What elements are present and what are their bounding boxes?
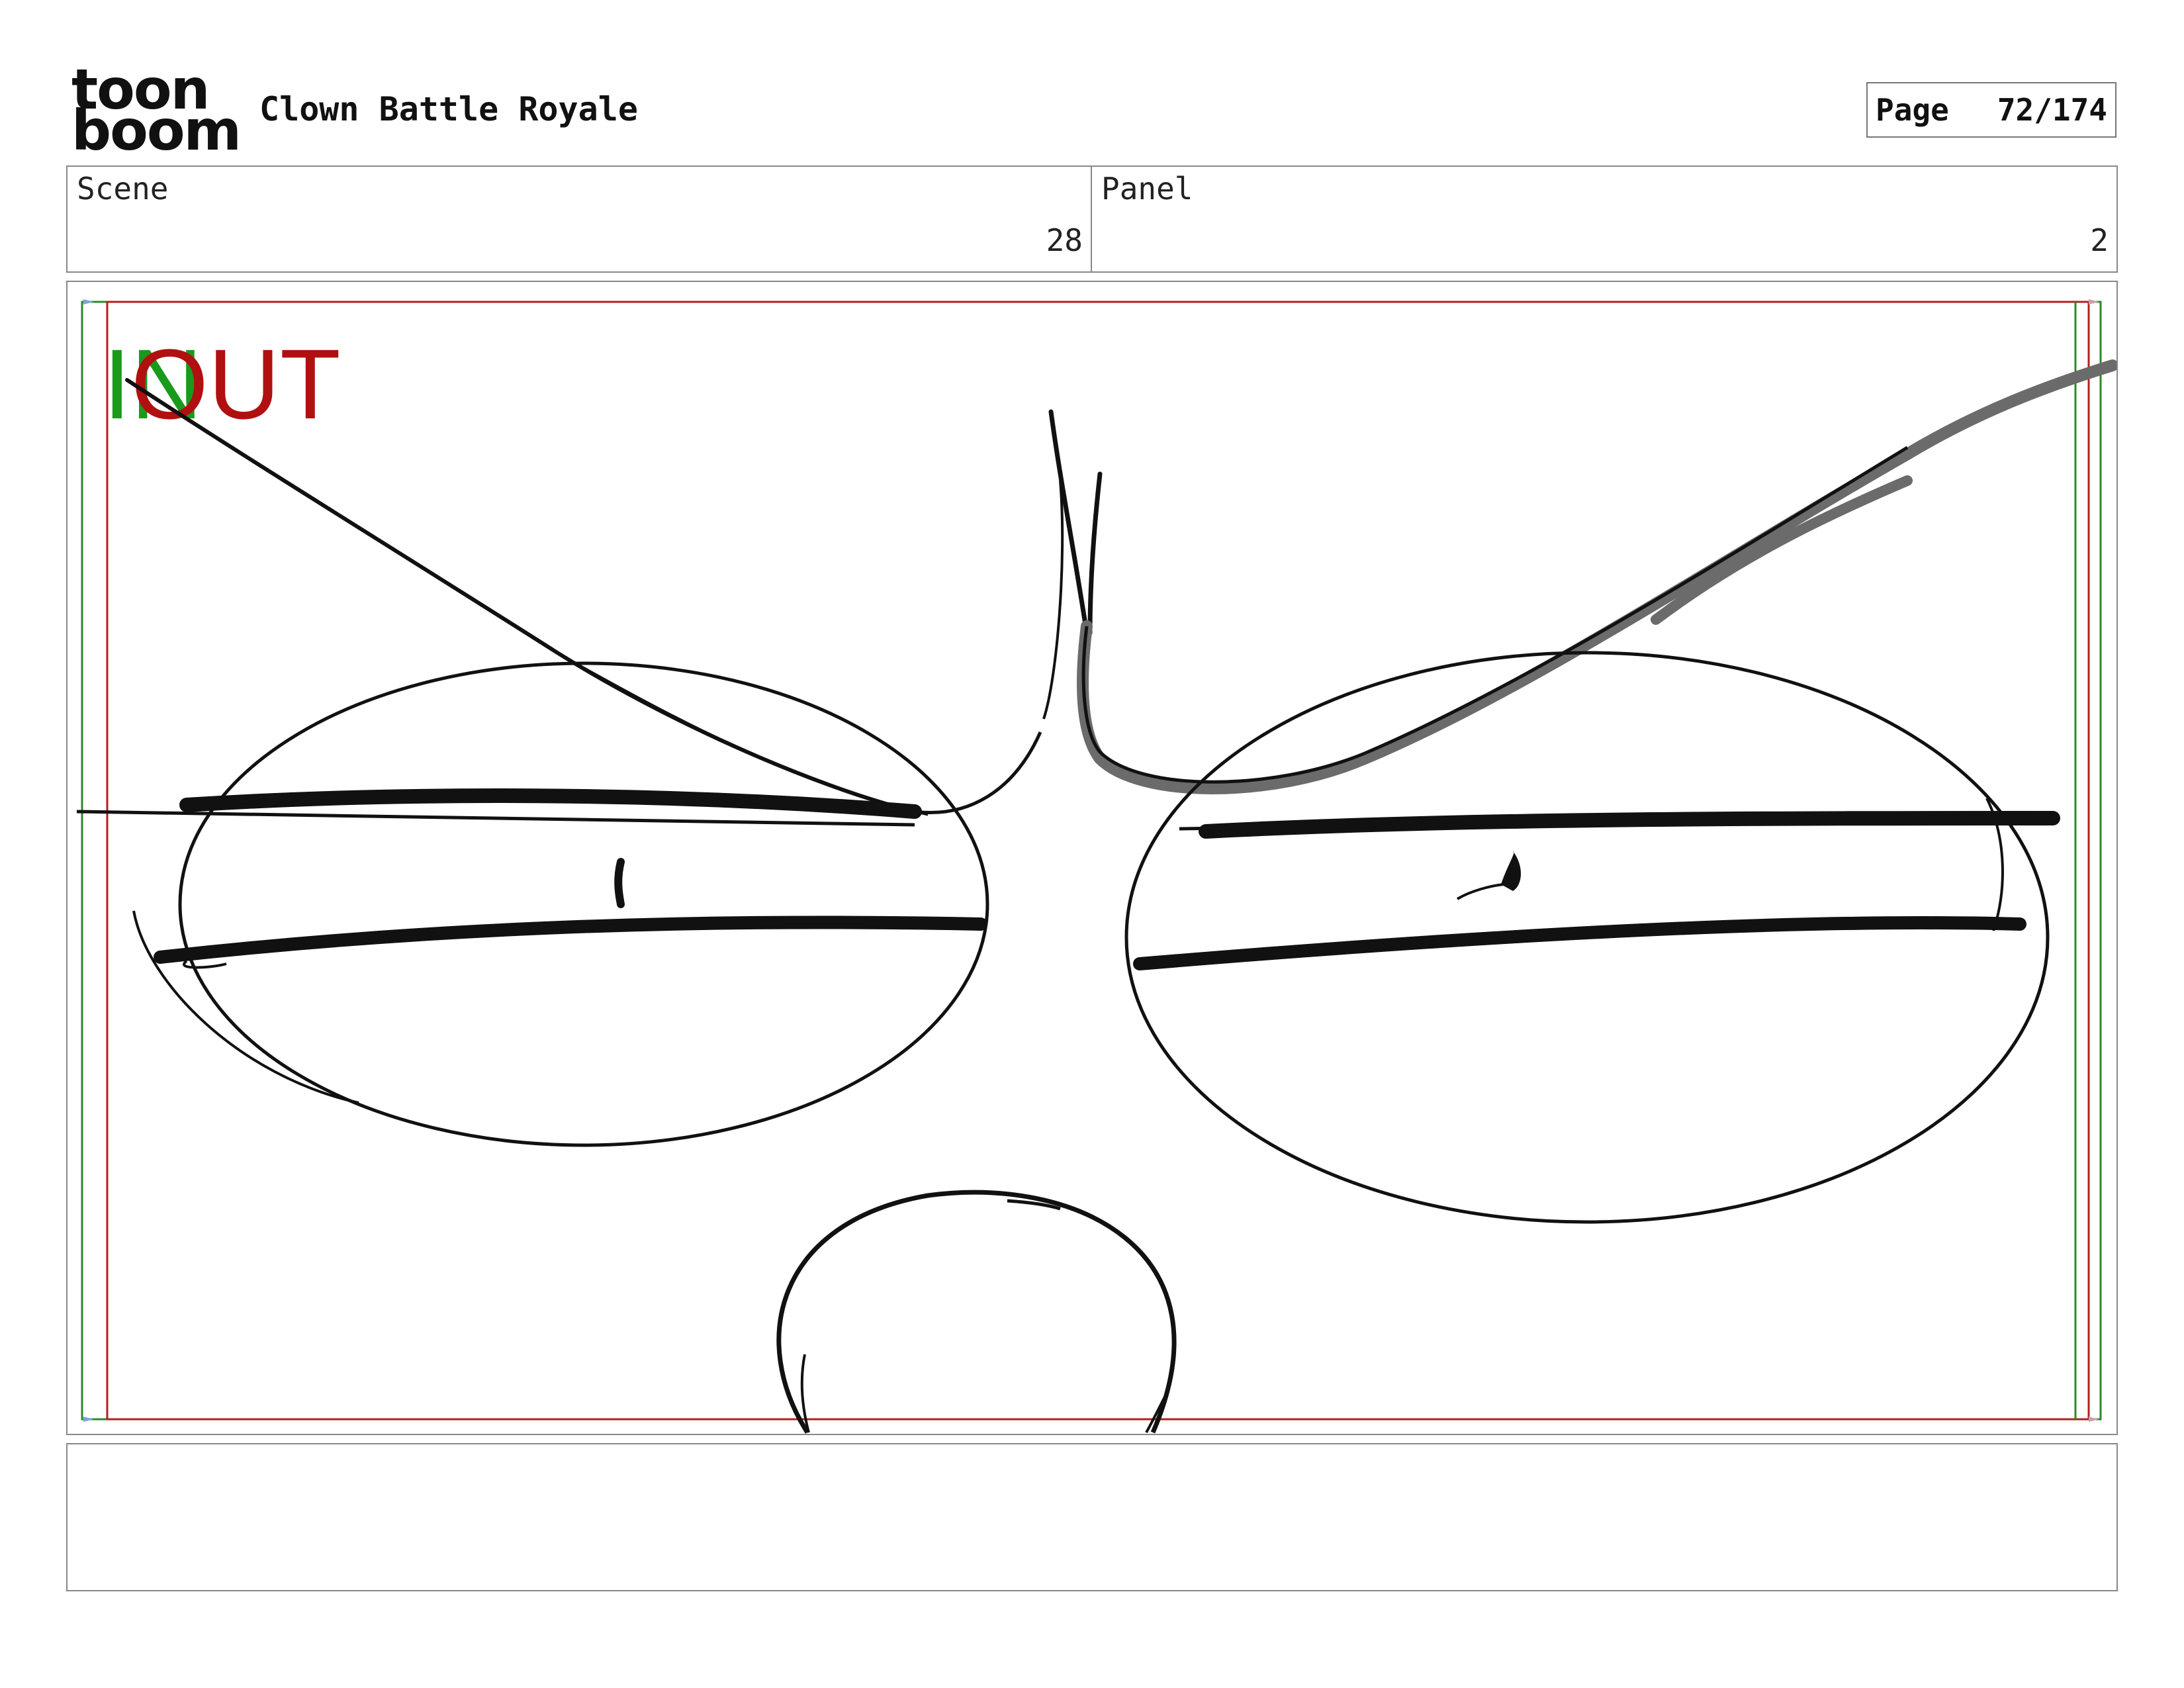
right-eye-pupil-tail <box>1456 883 1504 900</box>
scene-cell: Scene 28 <box>68 167 1092 271</box>
scene-value: 28 <box>1046 222 1083 258</box>
scene-panel-row: Scene 28 Panel 2 <box>66 165 2118 273</box>
sketch-canvas: IN OUT <box>76 299 2116 1434</box>
corner-arrow-tr <box>2089 299 2099 305</box>
out-marker: OUT <box>131 328 341 440</box>
left-brow-hook <box>914 731 1042 814</box>
logo-line-bottom: boom <box>71 98 242 163</box>
forehead-crease-b <box>1087 471 1103 635</box>
page-indicator: Page 72/174 <box>1866 82 2116 138</box>
safe-frame-red <box>106 301 2090 1421</box>
left-eye-pupil-mark <box>614 858 625 908</box>
panel-cell: Panel 2 <box>1092 167 2116 271</box>
nose-outline <box>776 1190 1177 1434</box>
scene-label: Scene <box>77 171 169 207</box>
left-brow-line <box>125 378 917 814</box>
right-eye-lower-lid <box>1133 916 2026 970</box>
page-label: Page <box>1876 92 1949 128</box>
corner-arrow-bl <box>83 1417 94 1422</box>
left-eye-outline <box>178 661 989 1147</box>
toon-boom-logo: toon boom <box>71 62 242 163</box>
right-brow-line <box>1081 445 1909 784</box>
left-eye-upper-lid <box>179 788 922 819</box>
notes-box <box>66 1443 2118 1591</box>
corner-arrow-br <box>2089 1417 2099 1422</box>
project-title: Clown Battle Royale <box>259 90 638 128</box>
forehead-crease-a <box>1048 409 1089 635</box>
page-number: 72/174 <box>1997 92 2107 128</box>
right-brow-shade <box>1077 359 2116 794</box>
storyboard-frame: IN OUT <box>66 281 2118 1435</box>
panel-label: Panel <box>1101 171 1193 207</box>
right-brow-shade-2 <box>1651 475 1913 625</box>
corner-arrow-tl <box>83 299 94 305</box>
forehead-crease-c <box>1042 480 1064 720</box>
safe-frame-green <box>81 301 2102 1421</box>
panel-value: 2 <box>2090 222 2109 258</box>
left-eye-lower-lid <box>154 915 987 964</box>
right-eye-pupil-mark <box>1501 851 1521 891</box>
